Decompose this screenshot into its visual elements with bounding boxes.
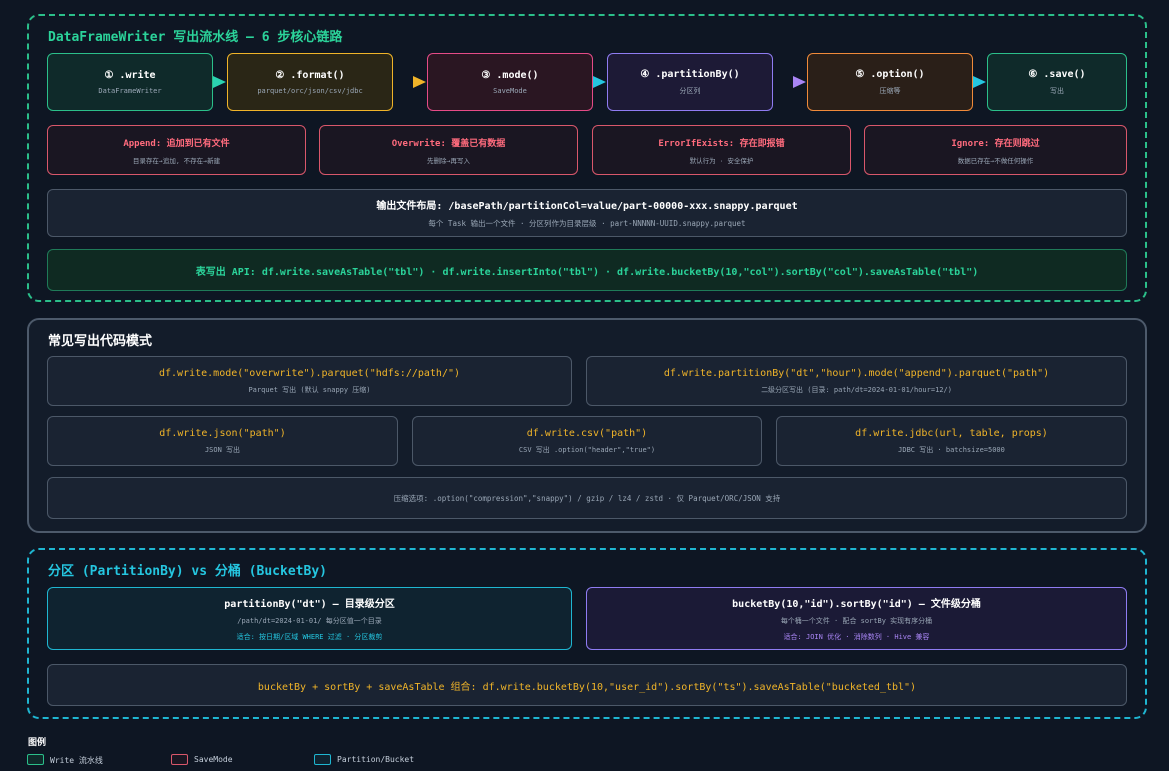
pattern-desc: CSV 写出 .option("header","true") xyxy=(518,445,656,454)
pattern-code: df.write.csv("path") xyxy=(526,427,648,439)
pattern-desc: Parquet 写出 (默认 snappy 压缩) xyxy=(248,385,371,394)
mode-subtitle: 默认行为 · 安全保护 xyxy=(689,156,754,165)
partitionby-title: partitionBy("dt") — 目录级分区 xyxy=(224,599,395,610)
partitionby-card: partitionBy("dt") — 目录级分区 /path/dt=2024-… xyxy=(47,587,572,650)
pattern-code: df.write.partitionBy("dt","hour").mode("… xyxy=(663,367,1050,379)
pattern-desc: 二级分区写出 (目录: path/dt=2024-01-01/hour=12/) xyxy=(761,385,952,394)
mode-subtitle: 数据已存在→不做任何操作 xyxy=(957,156,1034,165)
mode-ignore: Ignore: 存在则跳过 数据已存在→不做任何操作 xyxy=(864,125,1127,175)
step-save: ⑥ .save() 写出 xyxy=(987,53,1127,111)
pattern-code: df.write.json("path") xyxy=(159,427,286,439)
mode-title: Append: 追加到已有文件 xyxy=(123,138,230,149)
mode-subtitle: 先删除→再写入 xyxy=(427,156,470,165)
compression-text: 压缩选项: .option("compression","snappy") / … xyxy=(393,493,781,503)
bucketby-note: 适合: JOIN 优化 · 消除数列 · Hive 兼容 xyxy=(783,633,930,641)
step-subtitle: 压缩等 xyxy=(879,86,901,95)
mode-title: Overwrite: 覆盖已有数据 xyxy=(391,138,506,149)
arrow-right-icon xyxy=(593,76,606,88)
output-layout-subtitle: 每个 Task 输出一个文件 · 分区列作为目录层级 · part-NNNNN-… xyxy=(428,219,746,228)
step-format: ② .format() parquet/orc/json/csv/jdbc xyxy=(227,53,393,111)
legend-title: 图例 xyxy=(28,738,47,748)
output-layout-card: 输出文件布局: /basePath/partitionCol=value/par… xyxy=(47,189,1127,237)
legend-label-write: Write 流水线 xyxy=(50,756,103,765)
step-subtitle: 写出 xyxy=(1050,86,1064,95)
mode-title: ErrorIfExists: 存在即报错 xyxy=(658,138,785,149)
output-layout-title: 输出文件布局: /basePath/partitionCol=value/par… xyxy=(376,201,798,212)
mode-overwrite: Overwrite: 覆盖已有数据 先删除→再写入 xyxy=(319,125,578,175)
step-subtitle: DataFrameWriter xyxy=(98,86,162,95)
mode-subtitle: 目录存在→追加, 不存在→新建 xyxy=(132,156,221,165)
table-api-text: 表写出 API: df.write.saveAsTable("tbl") · d… xyxy=(195,266,979,278)
patterns-title: 常见写出代码模式 xyxy=(48,334,153,349)
legend-swatch-savemode xyxy=(171,754,188,765)
pattern-csv: df.write.csv("path") CSV 写出 .option("hea… xyxy=(412,416,762,466)
step-title: ④ .partitionBy() xyxy=(640,68,740,80)
step-mode: ③ .mode() SaveMode xyxy=(427,53,593,111)
bucket-combo-text: bucketBy + sortBy + saveAsTable 组合: df.w… xyxy=(257,681,917,693)
legend-label-savemode: SaveMode xyxy=(194,755,233,764)
legend-swatch-partition xyxy=(314,754,331,765)
arrow-right-icon xyxy=(213,76,226,88)
bucketby-subtitle: 每个桶一个文件 · 配合 sortBy 实现有序分桶 xyxy=(780,617,933,625)
mode-title: Ignore: 存在则跳过 xyxy=(951,138,1040,149)
partitionby-subtitle: /path/dt=2024-01-01/ 每分区值一个目录 xyxy=(237,617,382,625)
partitionby-note: 适合: 按日期/区域 WHERE 过滤 · 分区裁剪 xyxy=(236,633,383,641)
bucket-combo-card: bucketBy + sortBy + saveAsTable 组合: df.w… xyxy=(47,664,1127,706)
bucketby-title: bucketBy(10,"id").sortBy("id") — 文件级分桶 xyxy=(732,599,981,610)
pattern-json: df.write.json("path") JSON 写出 xyxy=(47,416,398,466)
compression-card: 压缩选项: .option("compression","snappy") / … xyxy=(47,477,1127,519)
step-subtitle: SaveMode xyxy=(493,86,527,95)
mode-append: Append: 追加到已有文件 目录存在→追加, 不存在→新建 xyxy=(47,125,306,175)
pattern-jdbc: df.write.jdbc(url, table, props) JDBC 写出… xyxy=(776,416,1127,466)
step-partitionby: ④ .partitionBy() 分区列 xyxy=(607,53,773,111)
step-title: ⑥ .save() xyxy=(1028,68,1086,80)
legend-label-partition: Partition/Bucket xyxy=(337,755,415,764)
step-subtitle: parquet/orc/json/csv/jdbc xyxy=(257,86,363,95)
pipeline-title: DataFrameWriter 写出流水线 — 6 步核心链路 xyxy=(48,30,343,45)
step-title: ⑤ .option() xyxy=(855,68,925,80)
bucketby-card: bucketBy(10,"id").sortBy("id") — 文件级分桶 每… xyxy=(586,587,1127,650)
table-api-card: 表写出 API: df.write.saveAsTable("tbl") · d… xyxy=(47,249,1127,291)
pattern-desc: JSON 写出 xyxy=(204,445,241,454)
arrow-right-icon xyxy=(413,76,426,88)
legend-swatch-write xyxy=(27,754,44,765)
pattern-code: df.write.mode("overwrite").parquet("hdfs… xyxy=(158,367,461,379)
step-title: ② .format() xyxy=(275,69,345,81)
pattern-desc: JDBC 写出 · batchsize=5000 xyxy=(898,445,1005,454)
step-option: ⑤ .option() 压缩等 xyxy=(807,53,973,111)
pattern-parquet: df.write.mode("overwrite").parquet("hdfs… xyxy=(47,356,572,406)
step-title: ① .write xyxy=(104,69,156,81)
step-subtitle: 分区列 xyxy=(679,86,701,95)
partition-title: 分区 (PartitionBy) vs 分桶 (BucketBy) xyxy=(48,564,327,579)
mode-errorifexists: ErrorIfExists: 存在即报错 默认行为 · 安全保护 xyxy=(592,125,851,175)
step-write: ① .write DataFrameWriter xyxy=(47,53,213,111)
pattern-partition: df.write.partitionBy("dt","hour").mode("… xyxy=(586,356,1127,406)
step-title: ③ .mode() xyxy=(481,69,539,81)
arrow-right-icon xyxy=(793,76,806,88)
pattern-code: df.write.jdbc(url, table, props) xyxy=(855,427,1048,439)
arrow-right-icon xyxy=(973,76,986,88)
